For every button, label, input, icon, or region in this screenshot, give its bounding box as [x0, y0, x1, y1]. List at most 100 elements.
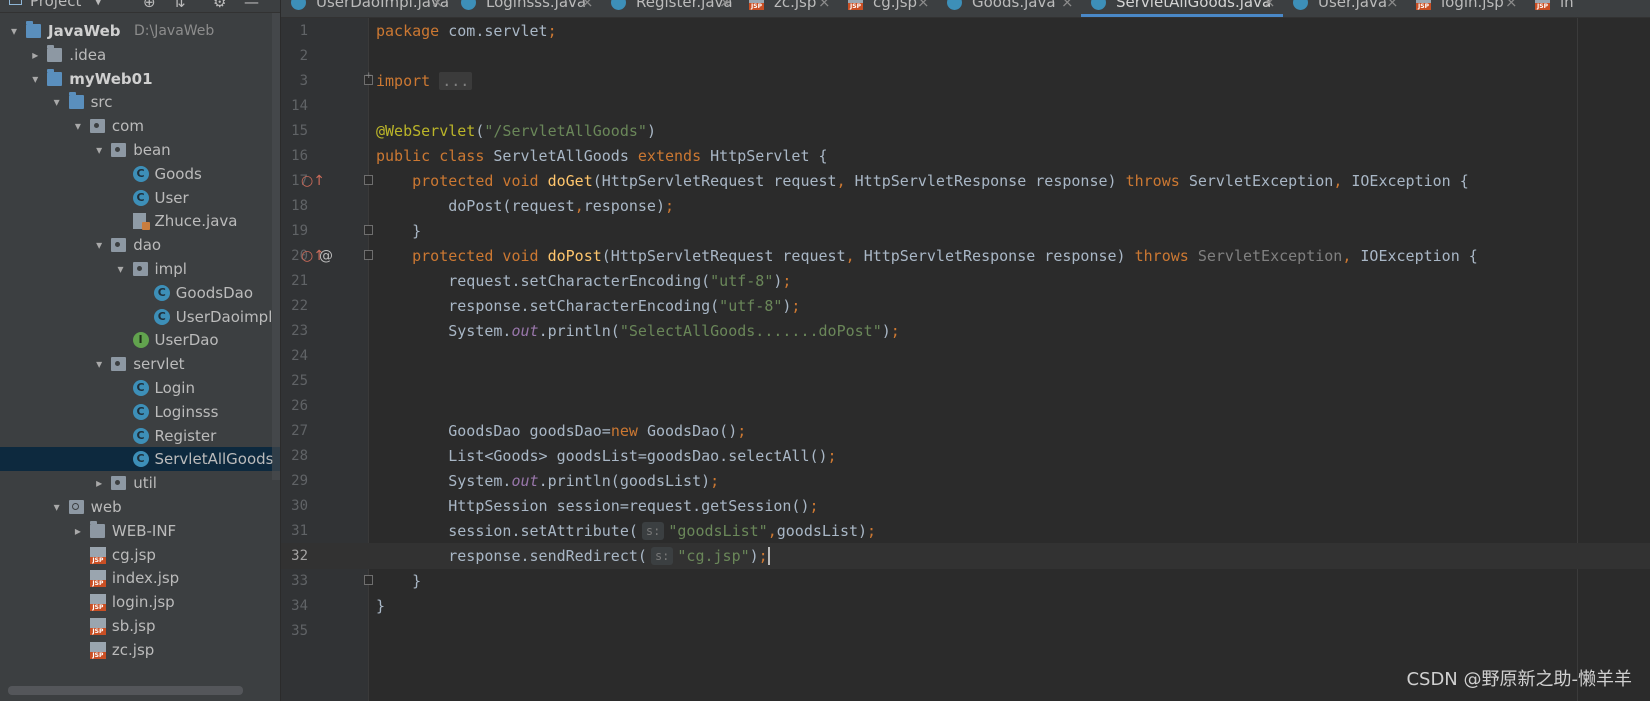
close-icon[interactable]: ×	[1386, 0, 1399, 11]
tree-item[interactable]: ▾ JavaWeb D:\JavaWeb	[0, 19, 280, 43]
close-icon[interactable]: ×	[917, 0, 930, 11]
tree-item[interactable]: C UserDaoimpl	[0, 305, 280, 329]
chevron-down-icon[interactable]: ▾	[93, 352, 105, 376]
editor-tab[interactable]: ServletAllGoods.java ×	[1081, 0, 1283, 17]
editor-tab[interactable]: Goods.java ×	[937, 0, 1081, 17]
chevron-down-icon[interactable]: ▾	[115, 257, 127, 281]
fold-marker-icon[interactable]	[364, 250, 373, 260]
tree-item[interactable]: C ServletAllGoods	[0, 447, 280, 472]
tree-item[interactable]: C Loginsss	[0, 400, 280, 424]
chevron-down-icon[interactable]: ▾	[93, 138, 105, 162]
chevron-down-icon[interactable]: ▾	[29, 67, 41, 91]
tree-vertical-scrollbar[interactable]	[272, 0, 280, 480]
editor-tab[interactable]: User.java ×	[1283, 0, 1406, 17]
tree-item[interactable]: ▸ .idea	[0, 43, 280, 67]
fold-marker-icon[interactable]	[364, 225, 373, 235]
editor-tab[interactable]: UserDaoImpl.java ×	[281, 0, 451, 17]
tree-item[interactable]: zc.jsp	[0, 638, 280, 662]
close-icon[interactable]: ×	[1263, 0, 1276, 11]
code-line[interactable]: 15 @WebServlet("/ServletAllGoods")	[281, 118, 1650, 144]
gear-icon[interactable]: ⚙	[213, 0, 226, 11]
code-line[interactable]: 33 }	[281, 568, 1650, 594]
editor-tab[interactable]: login.jsp×	[1406, 0, 1525, 17]
tree-item[interactable]: C GoodsDao	[0, 281, 280, 305]
chevron-down-icon[interactable]: ▾	[51, 495, 63, 519]
tree-item[interactable]: ▾ impl	[0, 257, 280, 281]
chevron-down-icon[interactable]: ▾	[93, 233, 105, 257]
tree-item[interactable]: ▾ dao	[0, 233, 280, 257]
chevron-down-icon[interactable]: ▾	[51, 90, 63, 114]
chevron-right-icon[interactable]: ▸	[72, 519, 84, 543]
tree-item[interactable]: C Login	[0, 376, 280, 400]
code-line[interactable]: 22 response.setCharacterEncoding("utf-8"…	[281, 293, 1650, 319]
close-icon[interactable]: ×	[1061, 0, 1074, 11]
tree-item[interactable]: sb.jsp	[0, 614, 280, 638]
code-line[interactable]: 20 ○↑ @ protected void doPost(HttpServletR…	[281, 243, 1650, 269]
tree-horizontal-scrollbar[interactable]	[8, 686, 243, 695]
code-line[interactable]: 3 import ...	[281, 68, 1650, 94]
close-icon[interactable]: ×	[818, 0, 831, 11]
tree-item[interactable]: ▾ com	[0, 114, 280, 138]
tree-item[interactable]: ▸ util	[0, 471, 280, 495]
override-method-icon[interactable]: ○↑	[301, 168, 325, 194]
code-line[interactable]: 2	[281, 43, 1650, 69]
fold-marker-icon[interactable]	[364, 175, 373, 185]
editor-tab[interactable]: zc.jsp×	[739, 0, 838, 17]
code-line[interactable]: 25	[281, 368, 1650, 394]
editor-tab[interactable]: cg.jsp×	[838, 0, 937, 17]
tree-item[interactable]: ▾ myWeb01	[0, 67, 280, 91]
annotation-icon[interactable]: @	[319, 243, 333, 269]
tree-item[interactable]: C Goods	[0, 162, 280, 186]
tree-item[interactable]: I UserDao	[0, 328, 280, 352]
code-line[interactable]: 29 System.out.println(goodsList);	[281, 468, 1650, 494]
tree-item[interactable]: Zhuce.java	[0, 209, 280, 233]
editor-tab[interactable]: Register.java ×	[601, 0, 739, 17]
expand-fold-icon[interactable]	[364, 71, 373, 85]
close-icon[interactable]: ×	[431, 0, 444, 11]
tree-item[interactable]: index.jsp	[0, 566, 280, 590]
code-line[interactable]: 32 response.sendRedirect(s: "cg.jsp");	[281, 543, 1650, 569]
code-line[interactable]: 34}	[281, 593, 1650, 619]
code-line[interactable]: 1 package com.servlet;	[281, 18, 1650, 44]
code-line[interactable]: 18 doPost(request,response);	[281, 193, 1650, 219]
minimize-icon[interactable]: —	[244, 0, 259, 11]
close-icon[interactable]: ×	[719, 0, 732, 11]
locate-icon[interactable]: ⊕	[143, 0, 156, 11]
project-panel-title[interactable]: Project	[30, 0, 81, 10]
chevron-down-icon[interactable]: ▼	[94, 0, 102, 7]
close-icon[interactable]: ×	[581, 0, 594, 11]
code-line[interactable]: 21 request.setCharacterEncoding("utf-8")…	[281, 268, 1650, 294]
tree-item[interactable]: C User	[0, 186, 280, 210]
code-line[interactable]: 14	[281, 93, 1650, 119]
tree-item[interactable]: C Register	[0, 424, 280, 448]
tree-item[interactable]: login.jsp	[0, 590, 280, 614]
collapse-all-icon[interactable]: ⇅	[173, 0, 186, 11]
java-class-icon: C	[132, 380, 149, 396]
tree-item[interactable]: cg.jsp	[0, 543, 280, 567]
chevron-down-icon[interactable]: ▾	[8, 19, 20, 43]
code-line[interactable]: 28 List<Goods> goodsList=goodsDao.select…	[281, 443, 1650, 469]
tree-item[interactable]: ▾ src	[0, 90, 280, 114]
code-line[interactable]: 24	[281, 343, 1650, 369]
chevron-down-icon[interactable]: ▾	[72, 114, 84, 138]
fold-marker-icon[interactable]	[364, 575, 373, 585]
code-line[interactable]: 23 System.out.println("SelectAllGoods...…	[281, 318, 1650, 344]
code-line[interactable]: 30 HttpSession session=request.getSessio…	[281, 493, 1650, 519]
tree-item[interactable]: ▾ web	[0, 495, 280, 519]
tree-item[interactable]: ▾ bean	[0, 138, 280, 162]
code-line[interactable]: 17 ○↑ protected void doGet(HttpServletReq…	[281, 168, 1650, 194]
editor-tab[interactable]: Loginsss.java ×	[451, 0, 601, 17]
editor-tab[interactable]: in	[1525, 0, 1650, 17]
code-line[interactable]: 26	[281, 393, 1650, 419]
code-line[interactable]: 16 public class ServletAllGoods extends H…	[281, 143, 1650, 169]
chevron-right-icon[interactable]: ▸	[29, 43, 41, 67]
close-icon[interactable]: ×	[1505, 0, 1518, 11]
chevron-right-icon[interactable]: ▸	[93, 471, 105, 495]
code-line[interactable]: 19 }	[281, 218, 1650, 244]
tree-item[interactable]: ▾ servlet	[0, 352, 280, 376]
code-line[interactable]: 31 session.setAttribute(s: "goodsList",go…	[281, 518, 1650, 544]
tree-item[interactable]: ▸ WEB-INF	[0, 519, 280, 543]
code-editor[interactable]: 1package com.servlet;23import ...1415@We…	[281, 18, 1650, 701]
code-line[interactable]: 27 GoodsDao goodsDao=new GoodsDao();	[281, 418, 1650, 444]
code-line[interactable]: 35	[281, 618, 1650, 644]
